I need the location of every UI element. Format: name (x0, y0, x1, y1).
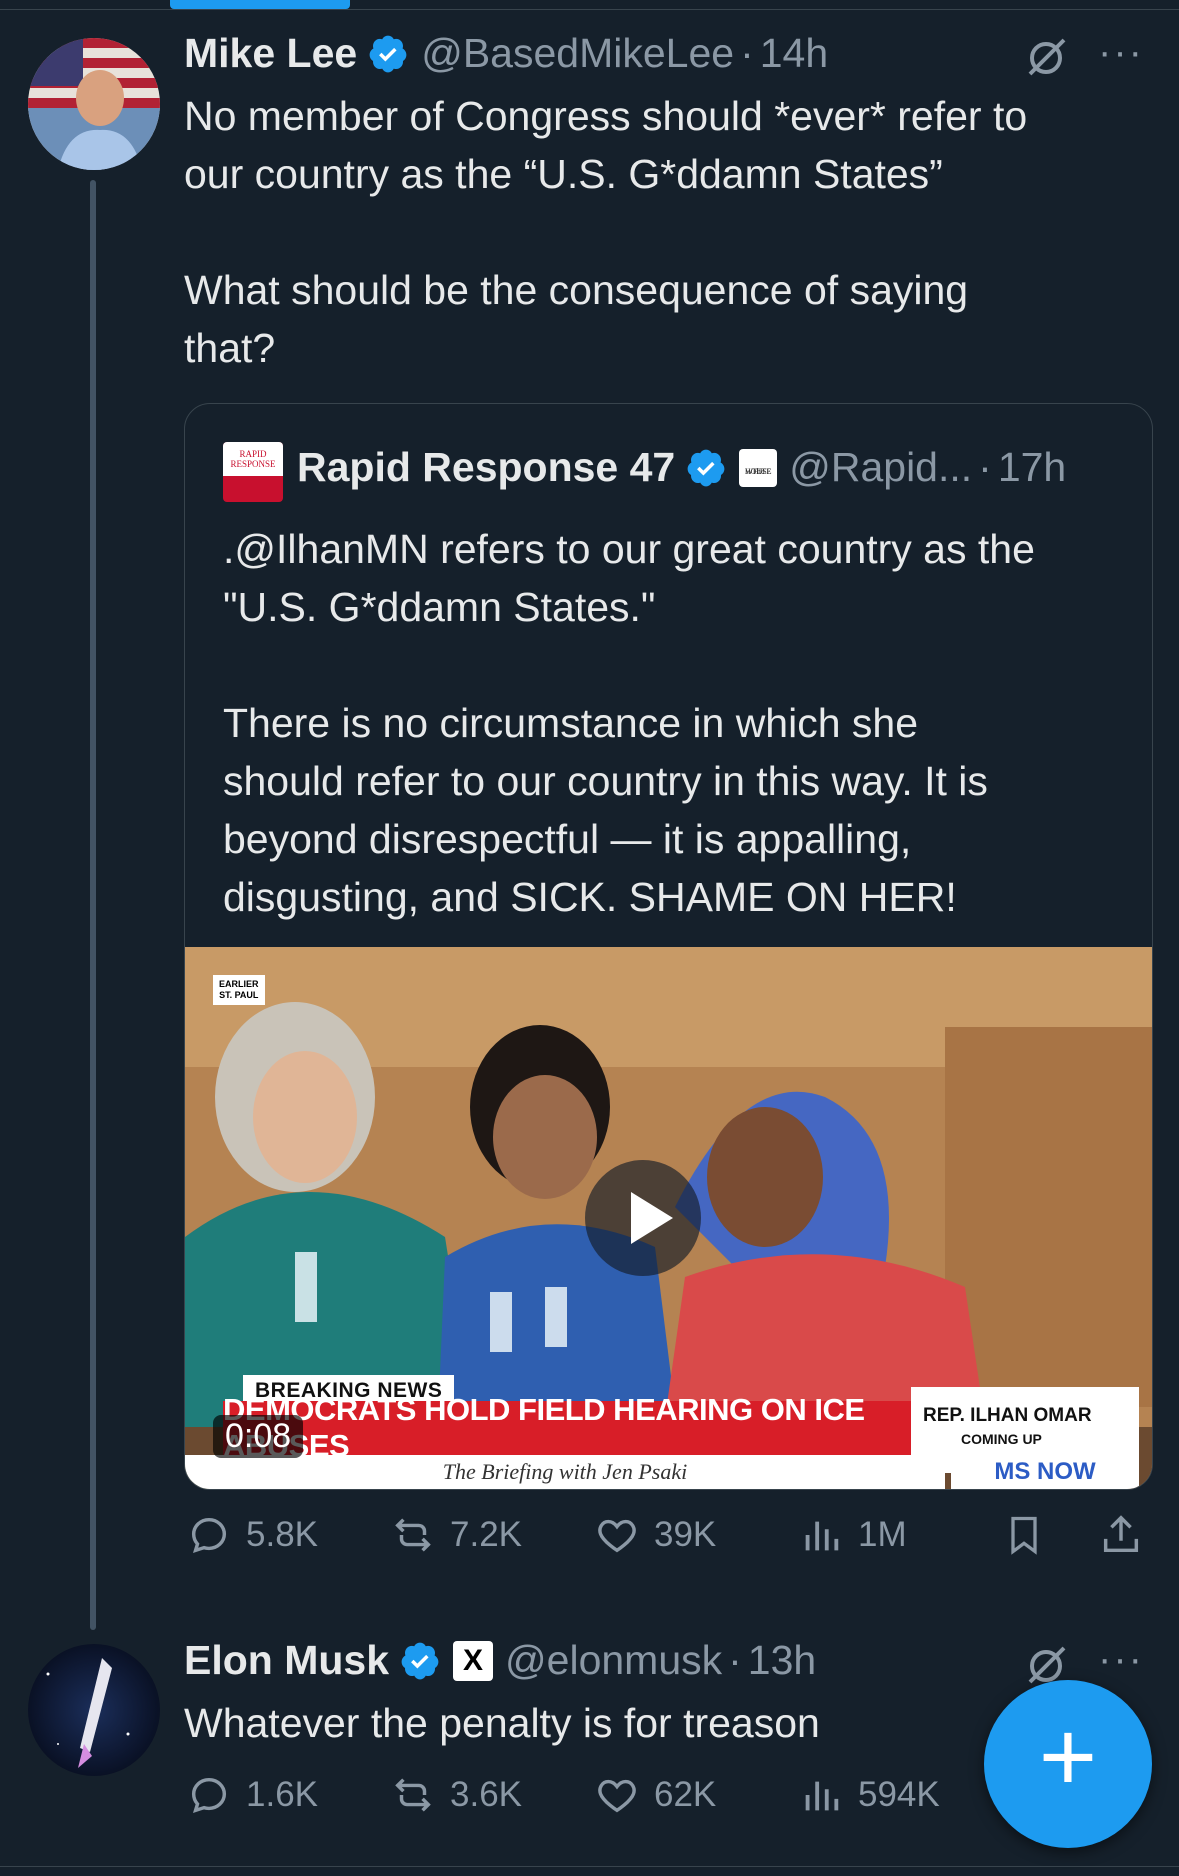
quote-time[interactable]: 17h (998, 444, 1066, 491)
reply-button[interactable]: 1.6K (186, 1772, 318, 1818)
view-count: 594K (858, 1775, 940, 1814)
views-icon (805, 1521, 839, 1551)
tweet-time[interactable]: 13h (748, 1637, 816, 1684)
network-logo: MS NOW (951, 1455, 1139, 1489)
bookmark-icon (1011, 1516, 1037, 1555)
grok-icon[interactable] (1026, 36, 1068, 78)
more-options-icon[interactable]: ··· (1098, 1637, 1144, 1682)
quote-author-name[interactable]: Rapid Response 47 (297, 444, 675, 491)
verified-icon (399, 1640, 441, 1682)
reply-icon (191, 1517, 227, 1553)
repost-count: 3.6K (450, 1775, 522, 1814)
divider (0, 9, 1179, 10)
repost-button[interactable]: 7.2K (390, 1512, 522, 1558)
repost-icon (395, 1778, 431, 1812)
author-handle[interactable]: @elonmusk (505, 1637, 722, 1684)
video-player[interactable]: EARLIER ST. PAUL BREAKING NEWS DEMOCRATS … (185, 947, 1152, 1489)
x-affiliate-badge-icon: X (453, 1640, 494, 1681)
repost-button[interactable]: 3.6K (390, 1772, 522, 1818)
separator: · (740, 30, 754, 76)
quoted-tweet-card[interactable]: RAPID RESPONSE Rapid Response 47 The WHIT… (184, 403, 1153, 1490)
views-button[interactable]: 594K (798, 1772, 940, 1818)
repost-icon (395, 1518, 431, 1552)
tweet-header: Mike Lee @BasedMikeLee · 14h (184, 30, 828, 77)
separator: · (978, 444, 992, 490)
like-icon (598, 1779, 636, 1813)
like-button[interactable]: 39K (594, 1512, 716, 1558)
quote-author-handle[interactable]: @Rapid... (789, 444, 972, 491)
guest-subtitle: COMING UP (961, 1431, 1042, 1447)
repost-count: 7.2K (450, 1515, 522, 1554)
compose-button[interactable]: + (984, 1680, 1152, 1848)
play-icon[interactable] (585, 1160, 701, 1276)
video-duration: 0:08 (213, 1415, 304, 1458)
divider (0, 1866, 1179, 1867)
like-button[interactable]: 62K (594, 1772, 716, 1818)
quote-header: Rapid Response 47 The WHITE HOUSE @Rapid..… (297, 444, 1066, 491)
compose-icon: + (1038, 1701, 1098, 1813)
like-icon (598, 1519, 636, 1553)
verified-icon (367, 33, 409, 75)
tweet-header: Elon Musk X @elonmusk · 13h (184, 1637, 816, 1684)
author-name[interactable]: Elon Musk (184, 1637, 389, 1684)
author-handle[interactable]: @BasedMikeLee (421, 30, 734, 77)
tweet-actions: 5.8K 7.2K 39K 1M (0, 1512, 1179, 1568)
separator: · (728, 1637, 742, 1683)
verified-icon (685, 447, 727, 489)
news-headline: DEMOCRATS HOLD FIELD HEARING ON ICE ABUS… (223, 1392, 913, 1463)
like-count: 39K (654, 1515, 717, 1554)
tweet-text: Whatever the penalty is for treason (184, 1700, 820, 1746)
share-button[interactable] (1098, 1512, 1158, 1558)
reply-count: 5.8K (246, 1515, 318, 1554)
tweet-text: No member of Congress should *ever* refe… (184, 93, 1028, 371)
reply-icon (191, 1777, 227, 1813)
avatar-mike-lee[interactable] (28, 38, 160, 170)
share-icon (1103, 1515, 1139, 1553)
bookmark-button[interactable] (1002, 1512, 1060, 1558)
reply-button[interactable]: 5.8K (186, 1512, 318, 1558)
quote-text: .@IlhanMN refers to our great country as… (223, 526, 1035, 920)
tweet-time[interactable]: 14h (760, 30, 828, 77)
views-button[interactable]: 1M (798, 1512, 907, 1558)
logo-text: RESPONSE (230, 459, 276, 469)
tab-indicator (170, 0, 350, 9)
views-icon (805, 1781, 839, 1811)
view-count: 1M (858, 1515, 907, 1554)
location-tag: EARLIER ST. PAUL (213, 975, 265, 1005)
logo-text: RAPID (239, 449, 267, 459)
white-house-badge-icon: The WHITE HOUSE (739, 448, 778, 487)
show-name: The Briefing with Jen Psaki (185, 1455, 945, 1489)
reply-count: 1.6K (246, 1775, 318, 1814)
rapid-response-logo: RAPID RESPONSE (223, 442, 283, 502)
like-count: 62K (654, 1775, 717, 1814)
guest-name: REP. ILHAN OMAR (923, 1405, 1092, 1426)
more-options-icon[interactable]: ··· (1098, 30, 1144, 75)
avatar-elon-musk[interactable] (28, 1644, 160, 1776)
thread-line (90, 180, 96, 1630)
author-name[interactable]: Mike Lee (184, 30, 357, 77)
